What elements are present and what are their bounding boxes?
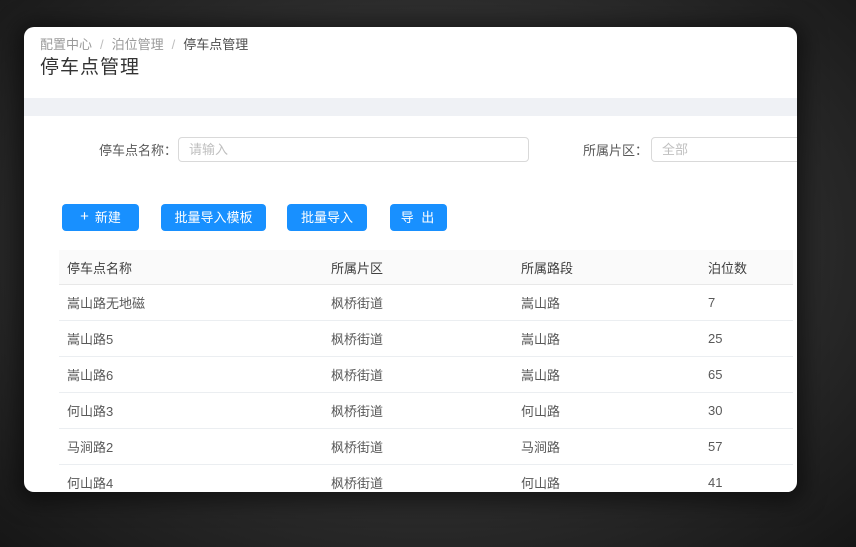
cell-berth-count: 30 — [700, 393, 793, 429]
cell-parking-point-name: 嵩山路无地磁 — [59, 285, 323, 321]
new-button-label: 新建 — [95, 204, 121, 231]
table-body: 嵩山路无地磁 枫桥街道 嵩山路 7 嵩山路5 枫桥街道 嵩山路 25 嵩山路6 … — [59, 285, 793, 493]
export-button[interactable]: 导 出 — [390, 204, 447, 231]
parking-points-table: 停车点名称所属片区所属路段泊位数 嵩山路无地磁 枫桥街道 嵩山路 7 嵩山路5 … — [59, 250, 793, 492]
cell-road-section: 马涧路 — [513, 429, 700, 465]
batch-import-label: 批量导入 — [301, 204, 353, 231]
cell-parking-point-name: 何山路3 — [59, 393, 323, 429]
area-select[interactable]: 全部 — [651, 137, 797, 162]
batch-import-button[interactable]: 批量导入 — [287, 204, 367, 231]
table-row[interactable]: 何山路3 枫桥街道 何山路 30 — [59, 393, 793, 429]
parking-point-name-input[interactable] — [178, 137, 529, 162]
cell-road-section: 嵩山路 — [513, 285, 700, 321]
cell-parking-point-name: 嵩山路6 — [59, 357, 323, 393]
screenshot-canvas: 配置中心 / 泊位管理 / 停车点管理 停车点管理 停车点名称： 所属片区： 全部 + … — [0, 0, 856, 547]
table-row[interactable]: 嵩山路无地磁 枫桥街道 嵩山路 7 — [59, 285, 793, 321]
table-column-header: 所属片区 — [323, 250, 513, 285]
breadcrumb-item-parking-point-management: 停车点管理 — [183, 37, 248, 52]
cell-area: 枫桥街道 — [323, 321, 513, 357]
breadcrumb-separator: / — [172, 37, 176, 52]
cell-parking-point-name: 嵩山路5 — [59, 321, 323, 357]
table-column-header: 停车点名称 — [59, 250, 323, 285]
plus-icon: + — [80, 209, 89, 224]
page-title: 停车点管理 — [40, 55, 140, 81]
breadcrumb-item-berth-management[interactable]: 泊位管理 — [112, 37, 164, 52]
cell-berth-count: 7 — [700, 285, 793, 321]
cell-area: 枫桥街道 — [323, 465, 513, 493]
cell-parking-point-name: 马涧路2 — [59, 429, 323, 465]
table-column-header: 所属路段 — [513, 250, 700, 285]
table-row[interactable]: 嵩山路5 枫桥街道 嵩山路 25 — [59, 321, 793, 357]
cell-road-section: 何山路 — [513, 393, 700, 429]
parking-point-name-label: 停车点名称： — [40, 141, 177, 161]
app-window: 配置中心 / 泊位管理 / 停车点管理 停车点管理 停车点名称： 所属片区： 全部 + … — [24, 27, 797, 492]
breadcrumb-item-config-center[interactable]: 配置中心 — [40, 37, 92, 52]
batch-import-template-label: 批量导入模板 — [174, 204, 252, 231]
new-button[interactable]: + 新建 — [62, 204, 139, 231]
cell-road-section: 何山路 — [513, 465, 700, 493]
cell-road-section: 嵩山路 — [513, 321, 700, 357]
table-header-row: 停车点名称所属片区所属路段泊位数 — [59, 250, 793, 285]
cell-parking-point-name: 何山路4 — [59, 465, 323, 493]
cell-berth-count: 41 — [700, 465, 793, 493]
cell-area: 枫桥街道 — [323, 393, 513, 429]
cell-berth-count: 25 — [700, 321, 793, 357]
table-row[interactable]: 何山路4 枫桥街道 何山路 41 — [59, 465, 793, 493]
area-label: 所属片区： — [544, 141, 648, 161]
table-row[interactable]: 嵩山路6 枫桥街道 嵩山路 65 — [59, 357, 793, 393]
cell-area: 枫桥街道 — [323, 357, 513, 393]
cell-berth-count: 57 — [700, 429, 793, 465]
table-row[interactable]: 马涧路2 枫桥街道 马涧路 57 — [59, 429, 793, 465]
breadcrumb-separator: / — [100, 37, 104, 52]
cell-berth-count: 65 — [700, 357, 793, 393]
batch-import-template-button[interactable]: 批量导入模板 — [161, 204, 266, 231]
section-divider-band — [24, 98, 797, 116]
table-header: 停车点名称所属片区所属路段泊位数 — [59, 250, 793, 285]
cell-road-section: 嵩山路 — [513, 357, 700, 393]
cell-area: 枫桥街道 — [323, 285, 513, 321]
table-column-header: 泊位数 — [700, 250, 793, 285]
breadcrumb: 配置中心 / 泊位管理 / 停车点管理 — [40, 35, 248, 55]
export-label: 导 出 — [401, 204, 437, 231]
cell-area: 枫桥街道 — [323, 429, 513, 465]
